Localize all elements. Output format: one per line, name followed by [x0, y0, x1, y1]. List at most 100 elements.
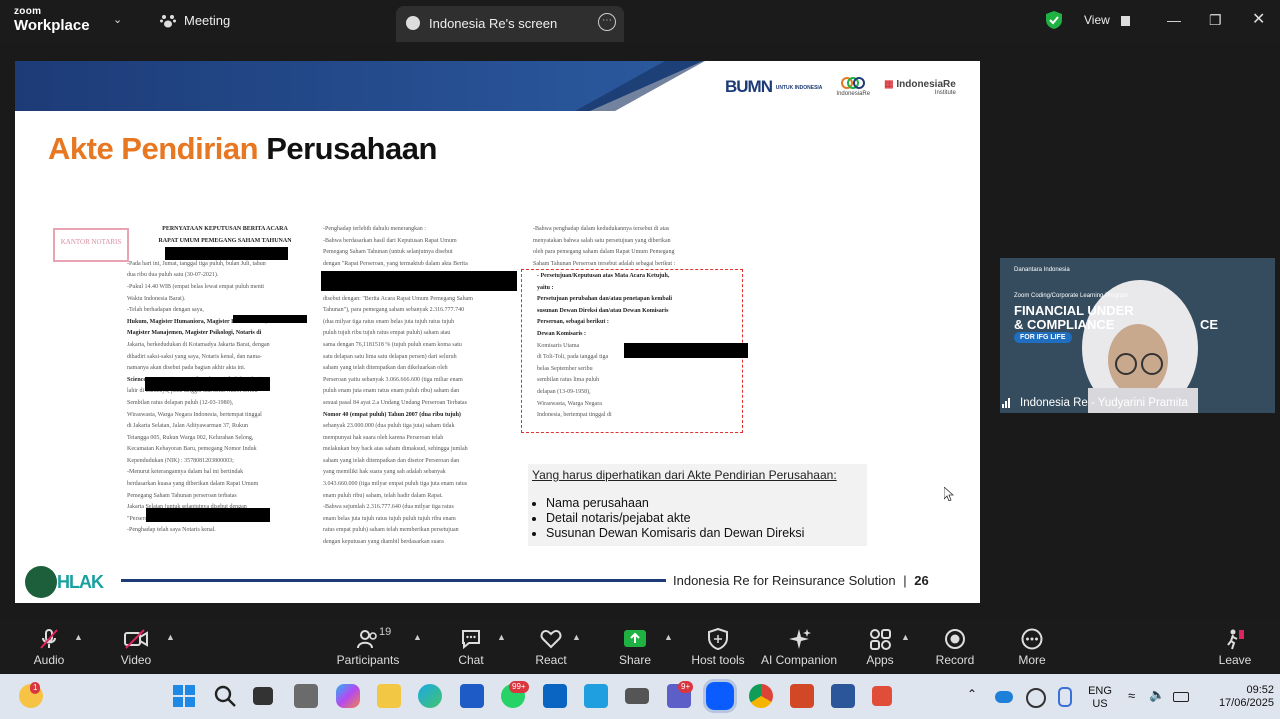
ai-companion-label: AI Companion: [760, 653, 838, 667]
apps-label: Apps: [866, 653, 894, 667]
audio-label: Audio: [33, 653, 65, 667]
document-text-line: Pemegang Saham Tahunan perseroan terbata…: [127, 492, 237, 499]
leave-button[interactable]: Leave: [1218, 620, 1252, 672]
copilot-icon[interactable]: [336, 684, 360, 708]
tray-overflow-icon[interactable]: ⌃: [967, 688, 977, 701]
list-item: Nama perusahaan: [546, 496, 804, 511]
document-text-line: menyatakan bahwa salah satu persetujuan …: [533, 237, 671, 244]
document-text-line: -Bahwa sejumlah 2.316.777.640 (dua milya…: [323, 504, 454, 511]
chat-caret-icon[interactable]: ▲: [497, 632, 506, 642]
audio-options-caret-icon[interactable]: ▲: [74, 632, 83, 642]
battery-icon[interactable]: [1173, 692, 1189, 702]
apps-icon: [870, 629, 891, 650]
document-text-line: dihadiri saksi-saksi yang saya, Notaris …: [127, 353, 262, 360]
whatsapp-badge: 99+: [509, 681, 529, 693]
paw-icon: [160, 14, 176, 27]
document-text-line: Wiraswasta, Warga Negara Indonesia, bert…: [127, 411, 262, 418]
outlook-icon[interactable]: [543, 684, 567, 708]
video-button[interactable]: Video: [115, 620, 157, 672]
title-orange: Akte Pendirian: [48, 131, 259, 166]
chevron-down-icon[interactable]: ⌄: [113, 13, 122, 26]
powerpoint-icon[interactable]: [790, 684, 814, 708]
shield-check-icon[interactable]: [1046, 11, 1062, 29]
tab-shared-screen[interactable]: Indonesia Re's screen ⋯: [396, 6, 624, 42]
maximize-icon[interactable]: ❐: [1209, 12, 1222, 29]
chrome-icon[interactable]: [749, 684, 773, 708]
ai-companion-button[interactable]: AI Companion: [760, 620, 838, 672]
document-text-line: RAPAT UMUM PEMEGANG SAHAM TAHUNAN: [158, 237, 292, 244]
participants-button[interactable]: 19 Participants: [336, 620, 400, 672]
search-icon[interactable]: [213, 684, 237, 708]
wifi-icon[interactable]: ≈: [1128, 689, 1135, 702]
host-tools-button[interactable]: Host tools: [690, 620, 746, 672]
chat-label: Chat: [458, 653, 484, 667]
language-indicator[interactable]: ENG US: [1086, 685, 1114, 711]
minimize-icon[interactable]: —: [1167, 12, 1181, 28]
apps-button[interactable]: Apps: [862, 620, 898, 672]
react-button[interactable]: React: [532, 620, 570, 672]
document-text-line: berdasarkan kuasa yang diberikan dalam R…: [127, 481, 259, 488]
host-shield-icon: [708, 628, 728, 650]
participant-video-tile[interactable]: Danantara Indonesia Zoom Coding/Corporat…: [1000, 258, 1275, 413]
document-text-line: mempunyai hak suara oleh karena Perseroa…: [323, 434, 444, 441]
shared-slide: BUMN UNTUK INDONESIA IndonesiaRe ▦ Indon…: [15, 61, 980, 603]
more-options-icon[interactable]: ⋯: [598, 13, 616, 31]
akhlak-logo-icon: [25, 566, 57, 598]
microphone-tray-icon[interactable]: [1058, 687, 1072, 707]
redaction-bar: [146, 508, 270, 522]
document-text-line: Tetangga 005, Rukun Warga 002, Kelurahan…: [127, 434, 254, 441]
audio-button[interactable]: Audio: [28, 620, 70, 672]
share-caret-icon[interactable]: ▲: [664, 632, 673, 642]
more-button[interactable]: More: [1014, 620, 1050, 672]
apps-caret-icon[interactable]: ▲: [901, 632, 910, 642]
task-view-icon[interactable]: [253, 687, 273, 705]
sync-icon[interactable]: [1026, 688, 1046, 708]
document-text-line: Tahunan"), para pemegang saham sebanyak …: [323, 307, 465, 314]
document-text-line: enam puluh ribu) saham, telah hadir dala…: [323, 492, 443, 499]
clock-date: 17/06/2025: [1218, 697, 1274, 709]
redaction-bar: [624, 343, 748, 358]
participant-name: Indonesia Re - Yudyarini Pramita: [1020, 397, 1188, 409]
react-caret-icon[interactable]: ▲: [572, 632, 581, 642]
document-text-line: sesuai pasal 84 ayat 2.a Undang Undang P…: [323, 399, 467, 406]
close-icon[interactable]: ✕: [1252, 9, 1265, 29]
meeting-menu[interactable]: Meeting: [160, 13, 230, 28]
logo-strip: BUMN UNTUK INDONESIA IndonesiaRe ▦ Indon…: [725, 77, 956, 97]
tile-slide-subtitle: Zoom Coding/Corporate Learning Program: [1014, 293, 1129, 299]
windows-start-icon[interactable]: [172, 684, 196, 708]
document-text-line: puluh tujuh ribu tujuh ratus empat puluh…: [323, 330, 451, 337]
clock[interactable]: 09:52 17/06/2025: [1200, 684, 1274, 710]
video-options-caret-icon[interactable]: ▲: [166, 632, 175, 642]
document-text-line: PERNYATAAN KEPUTUSAN BERITA ACARA: [162, 226, 288, 232]
zoom-taskbar-icon[interactable]: [703, 679, 737, 713]
participants-label: Participants: [336, 653, 400, 667]
leave-icon: [1227, 629, 1244, 650]
document-text-line: di Jakarta Selatan, Jalan Adityawarman 3…: [127, 423, 248, 430]
chat-button[interactable]: Chat: [452, 620, 490, 672]
more-icon: [1021, 628, 1043, 650]
signal-strength-icon: [1002, 398, 1010, 408]
zoom-workplace-logo[interactable]: zoom Workplace: [14, 7, 90, 34]
edge-browser-icon[interactable]: [418, 684, 442, 708]
onedrive-icon[interactable]: [995, 691, 1013, 703]
word-icon[interactable]: [831, 684, 855, 708]
record-button[interactable]: Record: [934, 620, 976, 672]
volume-icon[interactable]: 🔈: [1149, 688, 1165, 701]
store-icon[interactable]: [460, 684, 484, 708]
participants-caret-icon[interactable]: ▲: [413, 632, 422, 642]
document-text-line: sama dengan 76,1181518 % (tujuh puluh en…: [323, 341, 462, 348]
share-button[interactable]: Share: [616, 620, 654, 672]
mic-muted-icon: [40, 629, 58, 649]
calendar-app-icon[interactable]: [584, 684, 608, 708]
view-button[interactable]: View: [1084, 13, 1131, 27]
elo-app-icon[interactable]: [294, 684, 318, 708]
notes-app-icon[interactable]: [625, 688, 649, 704]
document-text-line: dengan "Rapat Perseroan, yang termaktub …: [323, 260, 468, 267]
file-explorer-icon[interactable]: [377, 684, 401, 708]
document-text-line: -Menurut keterangannya dalam hal ini ber…: [127, 469, 244, 476]
redaction-bar: [321, 271, 517, 291]
title-bar: zoom Workplace ⌄ Meeting Indonesia Re's …: [0, 0, 1280, 42]
tab-label: Indonesia Re's screen: [429, 16, 558, 31]
document-text-line: enam belas juta tujuh ratus tujuh puluh …: [323, 515, 456, 522]
snipping-tool-icon[interactable]: [872, 686, 892, 706]
